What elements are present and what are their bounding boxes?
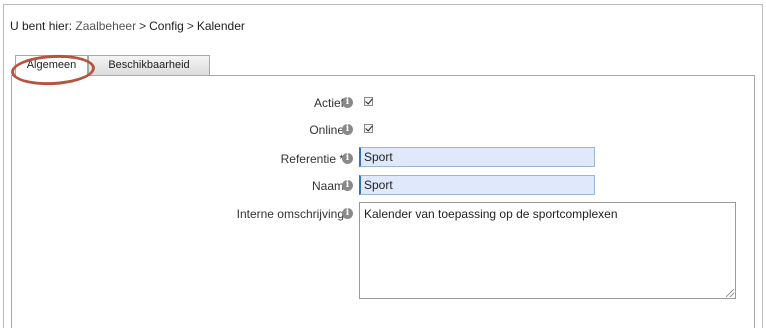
- naam-input[interactable]: [359, 175, 595, 195]
- info-icon[interactable]: i: [342, 97, 353, 108]
- interne-omschrijving-textarea[interactable]: Kalender van toepassing op de sportcompl…: [359, 202, 736, 299]
- info-icon[interactable]: i: [342, 153, 353, 164]
- referentie-input[interactable]: [359, 147, 595, 167]
- tab-panel-algemeen: Actief i Online i Referentie * i Naam i …: [11, 75, 755, 328]
- tab-algemeen[interactable]: Algemeen: [15, 55, 88, 76]
- breadcrumb-prefix: U bent hier:: [10, 19, 73, 33]
- info-icon[interactable]: i: [342, 180, 353, 191]
- breadcrumb-item-kalender: Kalender: [196, 19, 245, 33]
- tab-beschikbaarheid[interactable]: Beschikbaarheid: [88, 55, 210, 75]
- breadcrumb-separator: >: [186, 19, 194, 33]
- info-icon[interactable]: i: [342, 208, 353, 219]
- naam-label: Naam: [311, 179, 344, 193]
- interne-omschrijving-label: Interne omschrijving: [236, 207, 344, 221]
- online-checkbox[interactable]: [364, 124, 373, 133]
- referentie-label: Referentie *: [280, 152, 344, 166]
- actief-checkbox[interactable]: [364, 97, 373, 106]
- resize-grip-icon[interactable]: [726, 289, 734, 297]
- online-label: Online: [309, 123, 344, 137]
- actief-label: Actief: [313, 96, 344, 110]
- breadcrumb-item-config[interactable]: Config: [149, 19, 184, 33]
- info-icon[interactable]: i: [342, 124, 353, 135]
- breadcrumb-separator: >: [139, 19, 147, 33]
- breadcrumb: U bent hier: Zaalbeheer > Config > Kalender: [10, 19, 245, 33]
- breadcrumb-item-zaalbeheer[interactable]: Zaalbeheer: [75, 19, 136, 33]
